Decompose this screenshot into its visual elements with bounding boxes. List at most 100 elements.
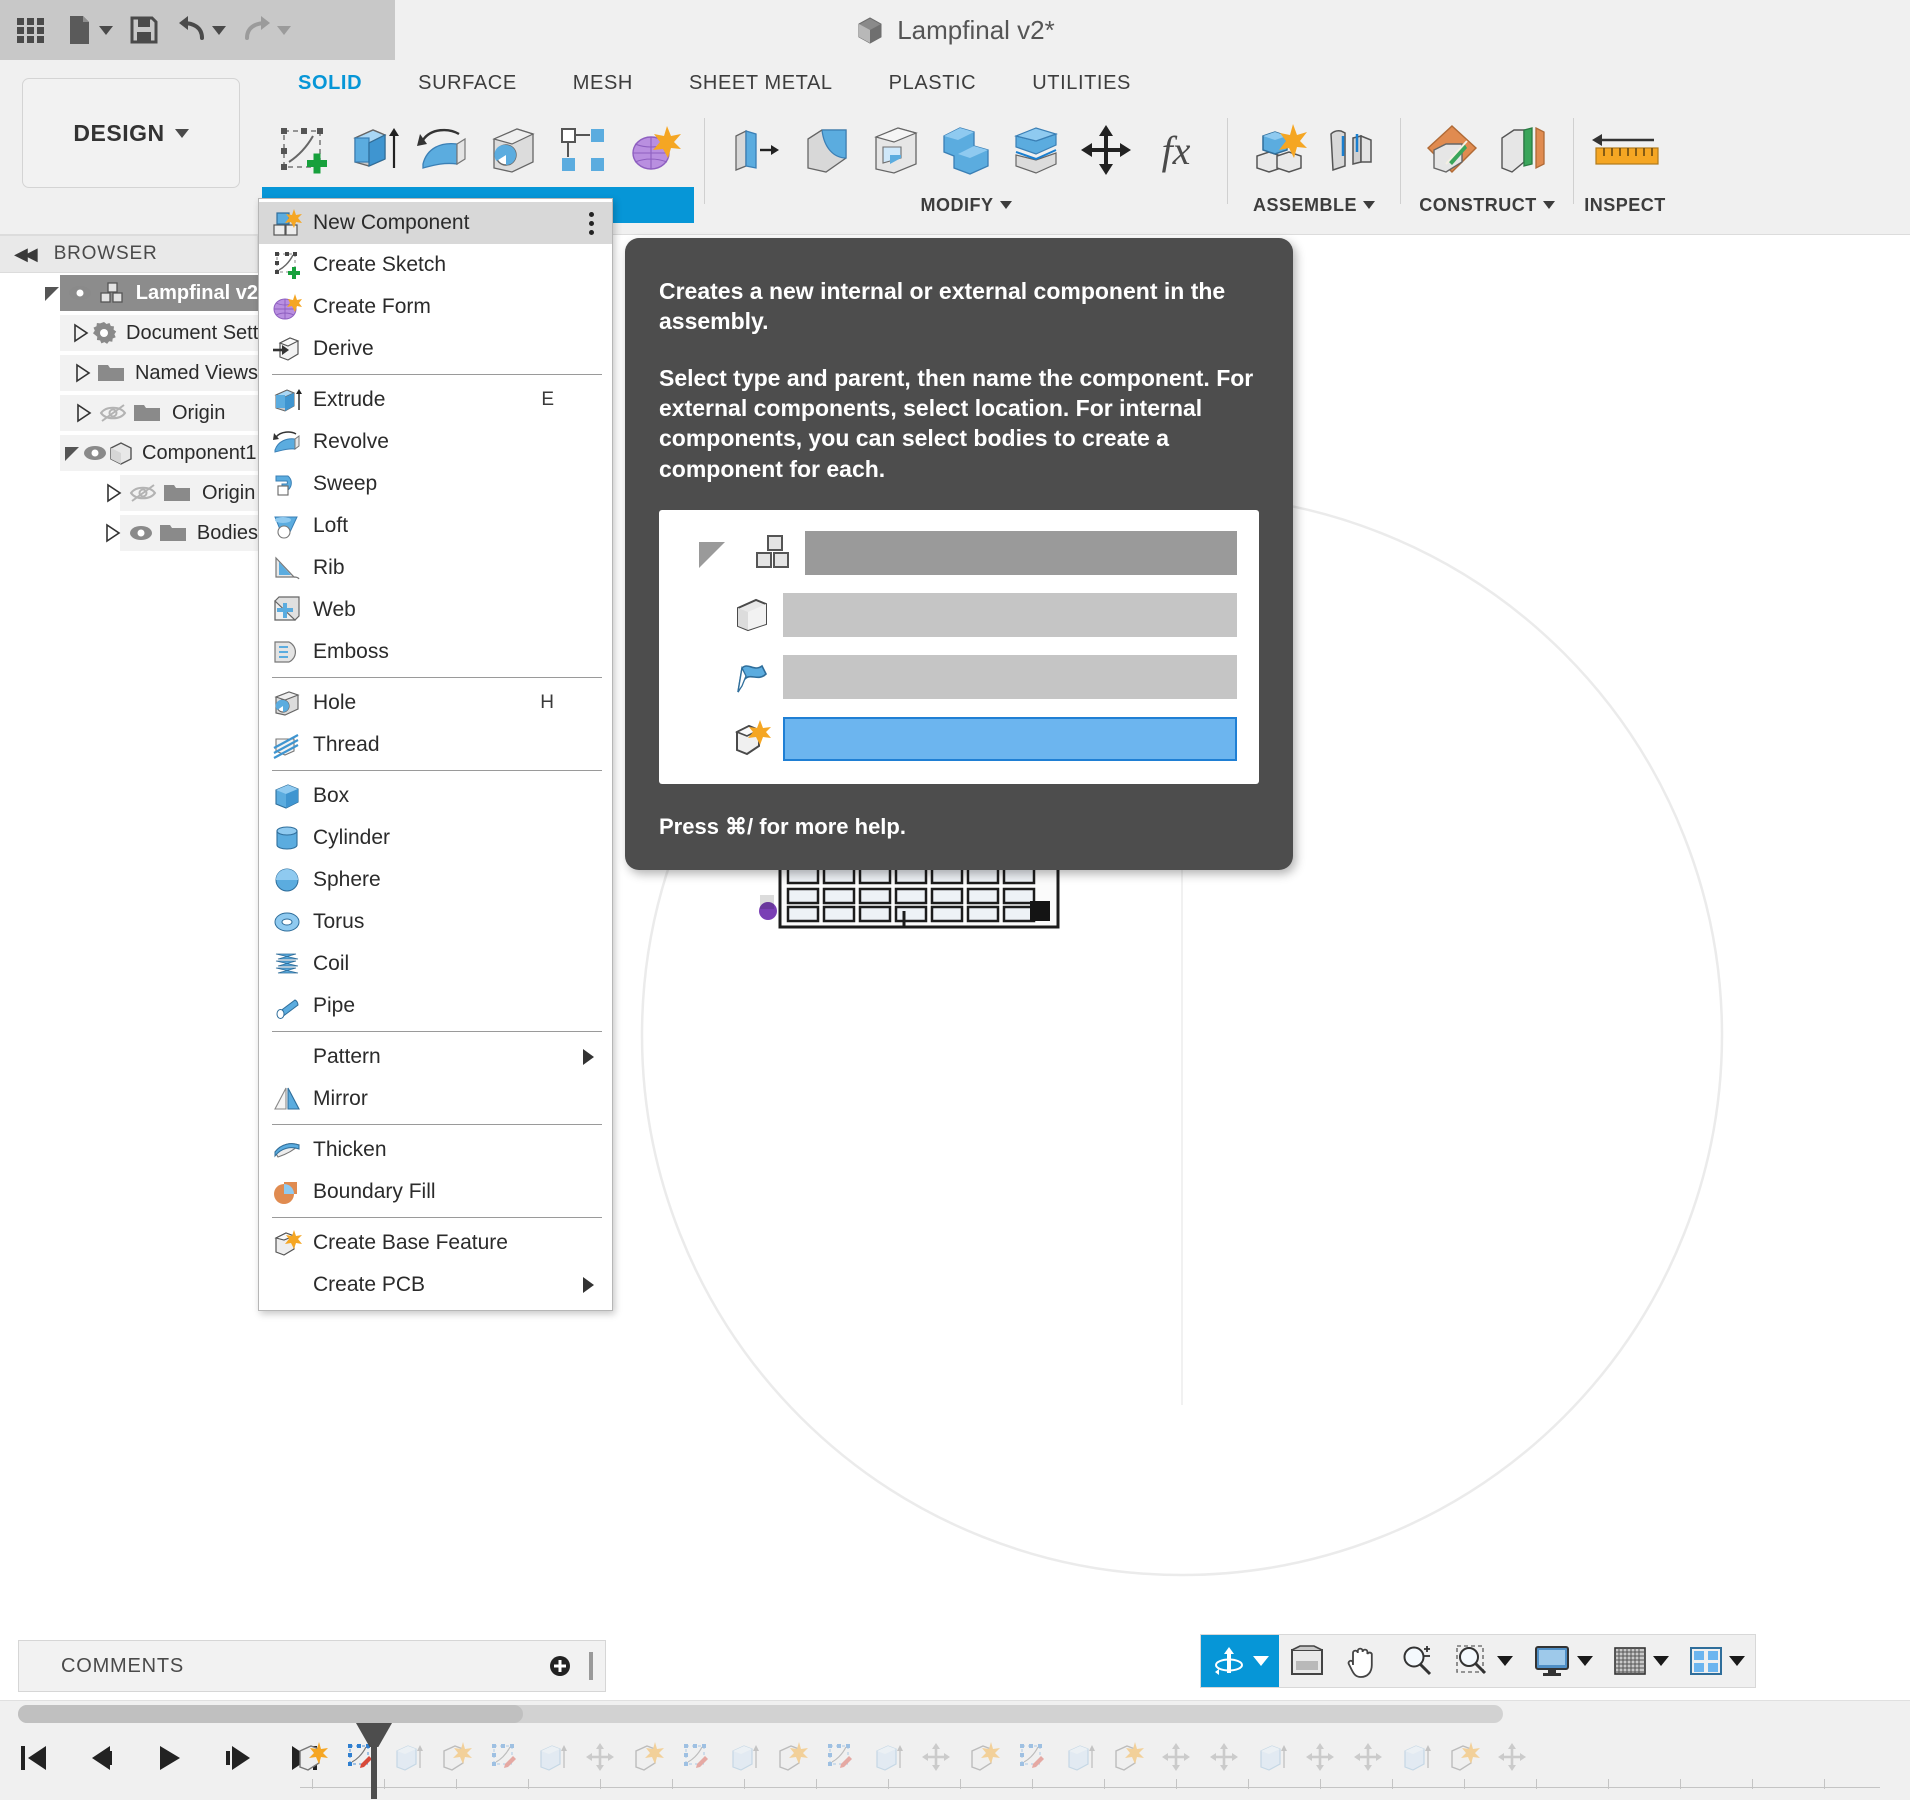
twisty-open-icon[interactable] <box>62 443 82 463</box>
step-forward-icon[interactable] <box>216 1737 258 1779</box>
menu-item-thicken[interactable]: Thicken <box>259 1129 612 1171</box>
tree-row[interactable]: Origin <box>0 393 258 433</box>
create-form-icon[interactable] <box>618 114 688 186</box>
timeline-item[interactable] <box>864 1731 912 1783</box>
redo-icon[interactable] <box>240 13 291 47</box>
chevron-down-icon[interactable] <box>212 26 226 35</box>
submenu-arrow-icon[interactable] <box>583 1277 594 1293</box>
timeline-item[interactable] <box>1296 1731 1344 1783</box>
menu-item-rib[interactable]: Rib <box>259 547 612 589</box>
timeline-item[interactable] <box>1008 1731 1056 1783</box>
change-parameters-icon[interactable]: fx <box>1141 114 1211 186</box>
create-dropdown-menu[interactable]: New Component Create Sketch Create Form <box>258 198 613 1311</box>
timeline-item[interactable] <box>1200 1731 1248 1783</box>
twisty-closed-icon[interactable] <box>70 403 96 423</box>
timeline-scrollbar[interactable] <box>18 1705 1503 1723</box>
menu-item-hole[interactable]: Hole H <box>259 682 612 724</box>
timeline-item[interactable] <box>384 1731 432 1783</box>
tree-row[interactable]: Lampfinal v2 <box>0 273 258 313</box>
new-component-icon[interactable] <box>1244 114 1314 186</box>
timeline-item[interactable] <box>1392 1731 1440 1783</box>
menu-item-extrude[interactable]: Extrude E <box>259 379 612 421</box>
tree-row[interactable]: Named Views <box>0 353 258 393</box>
chevron-down-icon[interactable] <box>99 26 113 35</box>
panel-inspect-label[interactable]: INSPECT <box>1584 187 1666 223</box>
menu-item-loft[interactable]: Loft <box>259 505 612 547</box>
timeline-item[interactable] <box>768 1731 816 1783</box>
menu-item-sphere[interactable]: Sphere <box>259 859 612 901</box>
panel-modify-label[interactable]: MODIFY <box>715 187 1217 223</box>
visibility-hidden-icon[interactable] <box>126 483 160 503</box>
tree-row[interactable]: Document Settings <box>0 313 258 353</box>
chevron-down-icon[interactable] <box>1577 1656 1593 1666</box>
viewports-icon[interactable] <box>1679 1635 1755 1687</box>
display-views-icon[interactable] <box>1279 1635 1335 1687</box>
timeline-item[interactable] <box>528 1731 576 1783</box>
timeline-item[interactable] <box>480 1731 528 1783</box>
menu-item-boundary-fill[interactable]: Boundary Fill <box>259 1171 612 1213</box>
pan-icon[interactable] <box>1335 1635 1389 1687</box>
timeline-item[interactable] <box>1440 1731 1488 1783</box>
timeline-item[interactable] <box>1248 1731 1296 1783</box>
hole-icon[interactable] <box>478 114 548 186</box>
press-pull-icon[interactable] <box>721 114 791 186</box>
tab-utilities[interactable]: UTILITIES <box>1004 66 1159 101</box>
menu-item-create-base-feature[interactable]: Create Base Feature <box>259 1222 612 1264</box>
tab-solid[interactable]: SOLID <box>270 66 390 101</box>
menu-item-create-sketch[interactable]: Create Sketch <box>259 244 612 286</box>
tree-row[interactable]: Component1:1 <box>0 433 258 473</box>
save-icon[interactable] <box>127 13 161 47</box>
menu-item-derive[interactable]: Derive <box>259 328 612 370</box>
timeline-item[interactable] <box>960 1731 1008 1783</box>
twisty-open-icon[interactable] <box>40 283 64 303</box>
timeline-item[interactable] <box>1056 1731 1104 1783</box>
twisty-closed-icon[interactable] <box>70 363 95 383</box>
extrude-icon[interactable] <box>338 114 408 186</box>
create-sketch-icon[interactable] <box>268 114 338 186</box>
menu-item-sweep[interactable]: Sweep <box>259 463 612 505</box>
visibility-eye-icon[interactable] <box>125 524 157 542</box>
menu-item-pattern[interactable]: Pattern <box>259 1036 612 1078</box>
chevron-down-icon[interactable] <box>1543 201 1555 209</box>
chevron-down-icon[interactable] <box>1497 1656 1513 1666</box>
shell-icon[interactable] <box>861 114 931 186</box>
chevron-down-icon[interactable] <box>1729 1656 1745 1666</box>
twisty-closed-icon[interactable] <box>100 483 126 503</box>
add-comment-icon[interactable] <box>549 1655 571 1677</box>
timeline-item[interactable] <box>720 1731 768 1783</box>
visibility-eye-icon[interactable] <box>82 444 108 462</box>
menu-item-torus[interactable]: Torus <box>259 901 612 943</box>
timeline-item[interactable] <box>432 1731 480 1783</box>
offset-face-icon[interactable] <box>1001 114 1071 186</box>
play-icon[interactable] <box>148 1737 190 1779</box>
visibility-hidden-icon[interactable] <box>96 403 130 423</box>
menu-item-web[interactable]: Web <box>259 589 612 631</box>
tree-row[interactable]: Origin <box>0 473 258 513</box>
scrollbar-thumb[interactable] <box>18 1705 523 1723</box>
tab-sheet-metal[interactable]: SHEET METAL <box>661 66 861 101</box>
timeline-item[interactable] <box>816 1731 864 1783</box>
zoom-window-icon[interactable] <box>1445 1635 1523 1687</box>
timeline-item[interactable] <box>576 1731 624 1783</box>
comments-resize-handle[interactable] <box>589 1652 593 1680</box>
menu-item-thread[interactable]: Thread <box>259 724 612 766</box>
pattern-icon[interactable] <box>548 114 618 186</box>
zoom-icon[interactable] <box>1389 1635 1445 1687</box>
timeline-item[interactable] <box>1152 1731 1200 1783</box>
revolve-icon[interactable] <box>408 114 478 186</box>
comments-bar[interactable]: COMMENTS <box>18 1640 606 1692</box>
menu-item-box[interactable]: Box <box>259 775 612 817</box>
timeline-item[interactable] <box>1344 1731 1392 1783</box>
chevron-down-icon[interactable] <box>1000 201 1012 209</box>
joint-icon[interactable] <box>1314 114 1384 186</box>
menu-item-cylinder[interactable]: Cylinder <box>259 817 612 859</box>
chevron-down-icon[interactable] <box>1363 201 1375 209</box>
undo-icon[interactable] <box>175 13 226 47</box>
timeline-item[interactable] <box>1104 1731 1152 1783</box>
collapse-browser-icon[interactable]: ◀◀ <box>14 244 34 265</box>
menu-item-mirror[interactable]: Mirror <box>259 1078 612 1120</box>
submenu-arrow-icon[interactable] <box>583 1049 594 1065</box>
menu-item-pipe[interactable]: Pipe <box>259 985 612 1027</box>
timeline-item[interactable] <box>624 1731 672 1783</box>
menu-item-emboss[interactable]: Emboss <box>259 631 612 673</box>
